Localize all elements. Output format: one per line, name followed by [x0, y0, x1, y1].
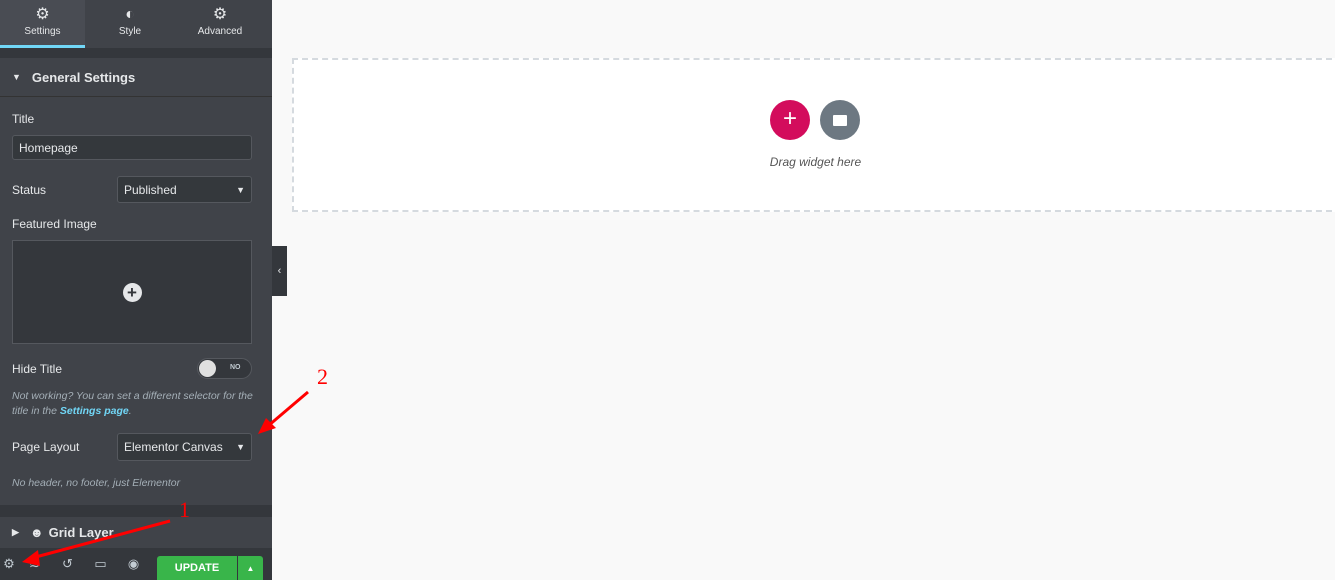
- annotation-label-1: 1: [179, 497, 190, 522]
- annotation-arrow-1: [31, 519, 171, 560]
- annotation-arrow-2: [267, 390, 309, 428]
- annotation-overlay: [22, 390, 309, 566]
- annotation-label-2: 2: [317, 364, 328, 389]
- arrow-head-icon: [22, 550, 40, 566]
